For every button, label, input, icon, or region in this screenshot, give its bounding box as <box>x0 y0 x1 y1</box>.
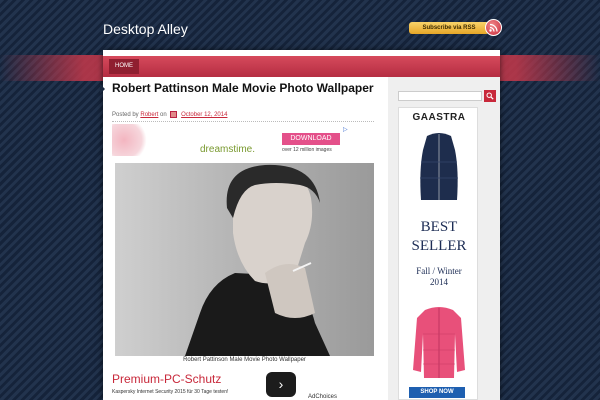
vest-image <box>420 133 458 200</box>
ad-logo: dreamstime. <box>200 144 256 155</box>
nav-item-home[interactable]: HOME <box>109 59 139 74</box>
post-photo[interactable] <box>115 163 374 356</box>
posted-by-label: Posted by <box>112 112 139 119</box>
shop-now-button[interactable]: SHOP NOW <box>409 387 465 398</box>
rss-icon[interactable] <box>485 19 502 36</box>
jacket-image <box>413 307 465 378</box>
calendar-icon <box>170 111 178 118</box>
headline-best: BEST <box>420 219 458 235</box>
sidebar: GAASTRA BEST SELLER Fall / Winter 2014 S… <box>388 77 500 400</box>
ad-download-button[interactable]: DOWNLOAD <box>282 133 340 145</box>
meta-divider <box>112 121 374 122</box>
bottom-ad-subtext: Kaspersky Internet Security 2015 für 30 … <box>112 389 229 395</box>
bottom-ad-arrow-button[interactable]: › <box>266 372 296 397</box>
site-title[interactable]: Desktop Alley <box>103 21 188 37</box>
post-title[interactable]: Robert Pattinson Male Movie Photo Wallpa… <box>112 82 382 94</box>
season-year: 2014 <box>430 277 448 287</box>
main-content: Robert Pattinson Male Movie Photo Wallpa… <box>100 77 388 400</box>
rss-subscribe-label: Subscribe via RSS <box>422 25 476 31</box>
rss-subscribe-button[interactable]: Subscribe via RSS <box>409 22 489 34</box>
bottom-ad-dots <box>170 396 184 400</box>
adchoices-label[interactable]: AdChoices <box>308 394 337 400</box>
ad-subtext: over 12 million images <box>282 147 332 153</box>
post-meta: Posted by Robert on October 12, 2014 <box>112 111 227 118</box>
nav-bar: HOME <box>103 56 500 77</box>
sidebar-ad-best: BEST SELLER <box>399 218 479 256</box>
ad-flower-image <box>112 124 152 156</box>
sidebar-ad-season: Fall / Winter 2014 <box>399 266 479 288</box>
search-button[interactable] <box>484 90 496 102</box>
search-icon <box>486 92 494 100</box>
title-arrow-icon <box>100 84 105 94</box>
author-link[interactable]: Robert <box>140 112 158 118</box>
on-label: on <box>160 112 167 119</box>
bottom-ad-title[interactable]: Premium-PC-Schutz <box>112 372 221 386</box>
sidebar-ad[interactable]: GAASTRA BEST SELLER Fall / Winter 2014 S… <box>398 107 478 400</box>
bottom-ad-banner[interactable]: Premium-PC-Schutz Kaspersky Internet Sec… <box>112 372 377 400</box>
page-container: HOME Robert Pattinson Male Movie Photo W… <box>100 50 500 400</box>
photo-caption: Robert Pattinson Male Movie Photo Wallpa… <box>183 357 306 363</box>
headline-seller: SELLER <box>411 238 467 254</box>
date-link[interactable]: October 12, 2014 <box>181 112 227 118</box>
sidebar-ad-logo: GAASTRA <box>412 112 466 123</box>
search-input[interactable] <box>398 91 482 101</box>
adchoices-icon[interactable]: ▷ <box>343 126 348 133</box>
top-ad-banner[interactable]: dreamstime. DOWNLOAD over 12 million ima… <box>112 124 348 156</box>
season-label: Fall / Winter <box>416 266 462 276</box>
